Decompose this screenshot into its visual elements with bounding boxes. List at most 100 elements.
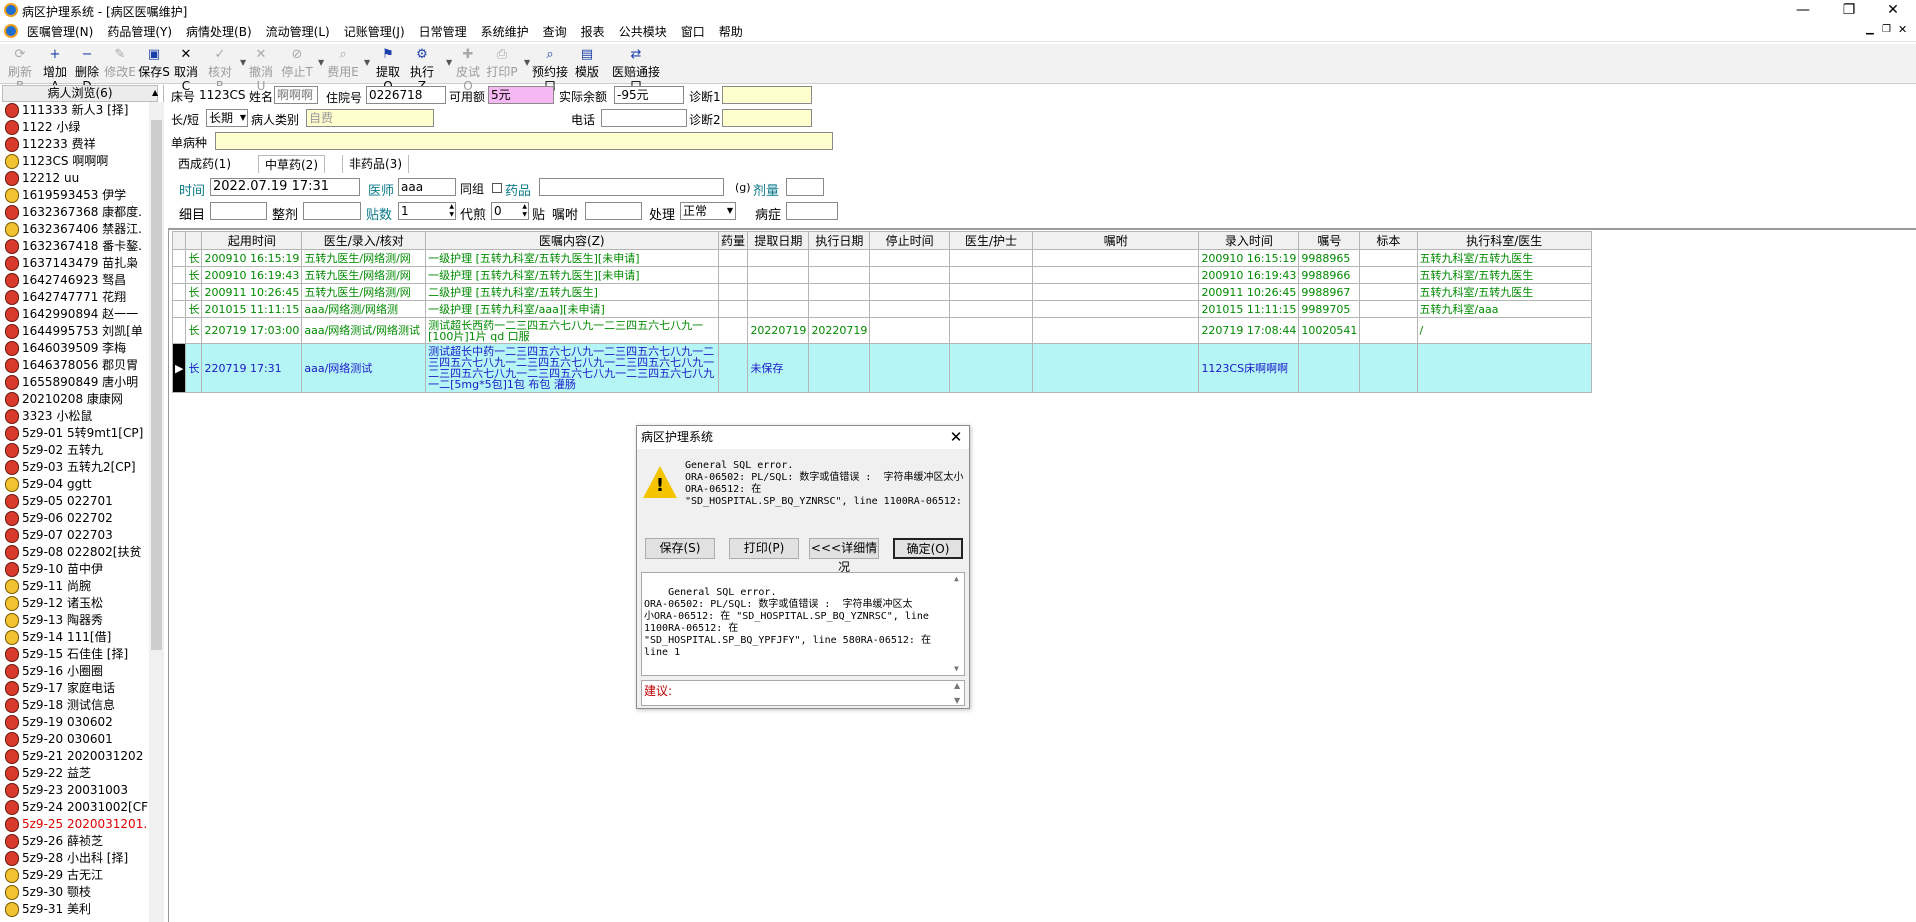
patient-list-item[interactable]: 1642746923 驽昌 — [2, 272, 148, 289]
patient-list-item[interactable]: 1642747771 花翔 — [2, 289, 148, 306]
toolbar-button[interactable]: ⟳刷新B — [4, 46, 36, 93]
dropdown-arrow-icon[interactable]: ▼ — [240, 58, 246, 67]
tab-non-drug[interactable]: 非药品(3) — [342, 155, 409, 173]
patient-list-item[interactable]: 5z9-10 苗中伊 — [2, 561, 148, 578]
toolbar-button[interactable]: ⌕ 费用E — [327, 46, 359, 82]
patient-list-item[interactable]: 1655890849 唐小明 — [2, 374, 148, 391]
patient-list-item[interactable]: 1637143479 苗扎枭 — [2, 255, 148, 272]
toolbar-button[interactable]: ⚑提取Q — [372, 46, 404, 93]
mdi-minimize-button[interactable]: ▁ — [1866, 24, 1874, 35]
tab-herbal-medicine[interactable]: 中草药(2) — [258, 155, 325, 173]
toolbar-button[interactable]: −删除D — [71, 46, 103, 93]
dialog-close-button[interactable]: ✕ — [945, 426, 967, 449]
patient-list-item[interactable]: 5z9-05 022701 — [2, 493, 148, 510]
category-field[interactable]: 自费 — [306, 109, 434, 127]
menu-item[interactable]: 公共模块 — [612, 22, 674, 40]
patient-list-item[interactable]: 1619593453 伊学 — [2, 187, 148, 204]
patient-list-item[interactable]: 5z9-07 022703 — [2, 527, 148, 544]
patient-list-item[interactable]: 5z9-23 20031003 — [2, 782, 148, 799]
dropdown-arrow-icon[interactable]: ▼ — [524, 58, 530, 67]
grid-header-cell[interactable]: 提取日期 — [747, 231, 810, 250]
menu-item[interactable]: 日常管理 — [412, 22, 474, 40]
patient-list-item[interactable]: 5z9-17 家庭电话 — [2, 680, 148, 697]
phone-field[interactable] — [601, 109, 687, 127]
doctor-field[interactable]: aaa — [398, 178, 456, 196]
menu-item[interactable]: 查询 — [536, 22, 574, 40]
patient-list-item[interactable]: 1123CS 啊啊啊 — [2, 153, 148, 170]
illness-field[interactable] — [786, 202, 838, 220]
menu-item[interactable]: 系统维护 — [474, 22, 536, 40]
toolbar-button[interactable]: ⌕预约接口 — [530, 46, 570, 93]
dropdown-arrow-icon[interactable]: ▼ — [364, 58, 370, 67]
toolbar-button[interactable]: ✕ 取消C — [170, 46, 202, 93]
toolbar-button[interactable]: ✚ 皮试O — [452, 46, 484, 93]
patient-list-item[interactable]: 5z9-14 111[借] — [2, 629, 148, 646]
single-disease-field[interactable] — [215, 132, 833, 150]
minimize-button[interactable]: — — [1780, 0, 1826, 22]
toolbar-button[interactable]: ⇄医赔通接口 — [610, 46, 662, 93]
patient-list-item[interactable]: 5z9-28 小出科 [择] — [2, 850, 148, 867]
dropdown-arrow-icon[interactable]: ▼ — [318, 58, 324, 67]
grid-header-cell[interactable]: 药量 — [717, 231, 749, 250]
toolbar-button[interactable]: ✓核对R — [204, 46, 236, 93]
dialog-detail-text[interactable]: General SQL error. ORA-06502: PL/SQL: 数字… — [641, 572, 965, 676]
suggestion-scrollbar[interactable]: ▲ ▼ — [952, 681, 964, 705]
close-window-button[interactable]: ✕ — [1870, 0, 1916, 22]
drug-field[interactable] — [539, 178, 724, 196]
patient-list-item[interactable]: 1646378056 郡贝胃 — [2, 357, 148, 374]
patient-list-item[interactable]: 5z9-25 2020031201. — [2, 816, 148, 833]
table-row[interactable]: 长 201015 11:11:15 aaa/网络测/网络测 一级护理 [五转九科室/a… — [171, 300, 1593, 318]
decoct-stepper[interactable]: 0 ▲ ▼ — [491, 202, 529, 220]
patient-list-item[interactable]: 5z9-08 022802[扶贫 — [2, 544, 148, 561]
patient-list-item[interactable]: 5z9-15 石佳佳 [择] — [2, 646, 148, 663]
type-select[interactable]: 长期 ▼ — [206, 109, 248, 127]
patient-list-item[interactable]: 111333 新人3 [择] — [2, 102, 148, 119]
patient-list-item[interactable]: 5z9-13 陶器秀 — [2, 612, 148, 629]
patient-list-item[interactable]: 5z9-03 五转九2[CP] — [2, 459, 148, 476]
count-stepper[interactable]: 1 ▲ ▼ — [398, 202, 456, 220]
table-row[interactable]: ▶ 长 220719 17:31 aaa/网络测试 测试超长中药一二三四五六七八九一二三… — [171, 343, 1593, 393]
grid-header-cell[interactable]: 嘱咐 — [1032, 231, 1200, 250]
patient-list-item[interactable]: 5z9-22 益芝 — [2, 765, 148, 782]
patient-list-item[interactable]: 5z9-31 美利 — [2, 901, 148, 918]
whole-dose-field[interactable] — [303, 202, 361, 220]
table-row[interactable]: 长 200911 10:26:45 五转九医生/网络测/网 二级护理 [五转九科室/五… — [171, 283, 1593, 301]
group-checkbox[interactable] — [492, 183, 502, 193]
dropdown-arrow-icon[interactable]: ▼ — [446, 58, 452, 67]
grid-header-cell[interactable]: 录入时间 — [1198, 231, 1300, 250]
name-field[interactable]: 啊啊啊 — [274, 86, 318, 104]
dialog-detail-button[interactable]: <<<详细情况 — [809, 538, 879, 574]
toolbar-button[interactable]: ✎ 修改E — [104, 46, 136, 82]
patient-list-item[interactable]: 5z9-21 2020031202 — [2, 748, 148, 765]
menu-item[interactable]: 记账管理(J) — [337, 22, 412, 40]
patient-list-item[interactable]: 1632367368 康都度. — [2, 204, 148, 221]
menu-item[interactable]: 帮助 — [712, 22, 750, 40]
patient-list-item[interactable]: 5z9-12 诸玉松 — [2, 595, 148, 612]
toolbar-button[interactable]: ⊘ 停止T — [281, 46, 313, 82]
menu-item[interactable]: 报表 — [574, 22, 612, 40]
grid-header-cell[interactable] — [185, 231, 203, 250]
table-row[interactable]: 长 220719 17:03:00 aaa/网络测试/网络测试 测试超长西药一二三四五… — [171, 317, 1593, 344]
patient-list-item[interactable]: 5z9-20 030601 — [2, 731, 148, 748]
patient-list-item[interactable]: 5z9-30 颚枝 — [2, 884, 148, 901]
patient-list-item[interactable]: 5z9-11 尚腕 — [2, 578, 148, 595]
dose-field[interactable] — [786, 178, 824, 196]
patient-list-item[interactable]: 5z9-06 022702 — [2, 510, 148, 527]
patient-list-item[interactable]: 5z9-02 五转九 — [2, 442, 148, 459]
patient-list-item[interactable]: 5z9-29 古无江 — [2, 867, 148, 884]
toolbar-button[interactable]: ⚙执行Z — [406, 46, 438, 93]
patient-list-item[interactable]: 1646039509 李梅 — [2, 340, 148, 357]
toolbar-button[interactable]: ✕ 撤消U — [245, 46, 277, 93]
toolbar-button[interactable]: ▣ 保存S — [138, 46, 170, 82]
toolbar-button[interactable]: ▤ 模版 — [572, 46, 602, 82]
patient-list-item[interactable]: 5z9-24 20031002[CF — [2, 799, 148, 816]
toolbar-button[interactable]: ⎙ 打印P — [486, 46, 518, 82]
grid-header-cell[interactable]: 标本 — [1359, 231, 1418, 250]
diag2-field[interactable] — [722, 109, 812, 127]
grid-header-cell[interactable]: 嘱号 — [1298, 231, 1361, 250]
menu-item[interactable]: 药品管理(Y) — [100, 22, 179, 40]
patient-list-item[interactable]: 5z9-26 薛祯芝 — [2, 833, 148, 850]
stepper-arrows-icon[interactable]: ▲ ▼ — [449, 203, 454, 219]
grid-header-cell[interactable]: 医生/录入/核对 — [301, 231, 427, 250]
restore-button[interactable]: ❐ — [1826, 0, 1872, 22]
